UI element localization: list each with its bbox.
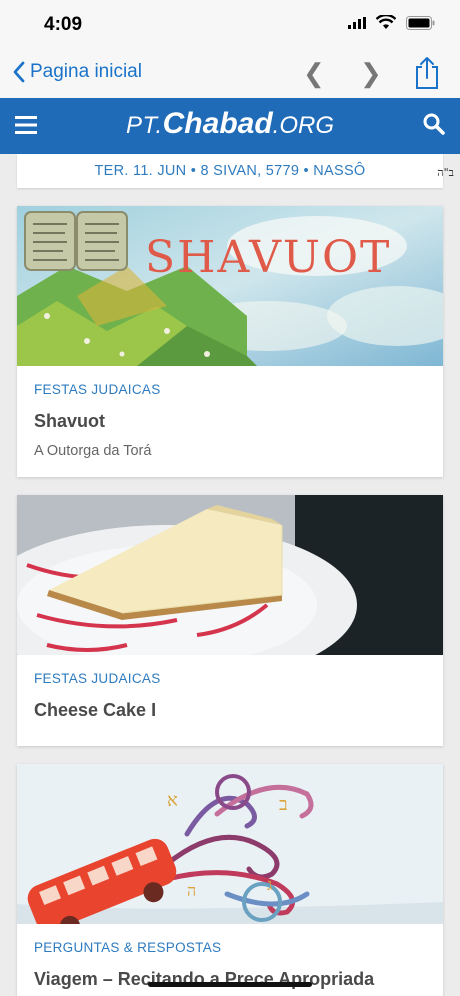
- status-time: 4:09: [44, 14, 83, 35]
- chevron-left-icon: [13, 61, 25, 83]
- cheesecake-image: [17, 495, 443, 655]
- search-icon: [423, 113, 445, 135]
- card-category[interactable]: PERGUNTAS & RESPOSTAS: [34, 940, 426, 955]
- back-label: Pagina inicial: [30, 61, 142, 82]
- viagem-image: א ב ג ה: [17, 764, 443, 924]
- date-bar: TER. 11. JUN • 8 SIVAN, 5779 • NASSÔ: [17, 154, 443, 188]
- share-button[interactable]: [413, 56, 441, 95]
- svg-text:ג: ג: [267, 875, 272, 894]
- card-body: FESTAS JUDAICAS Shavuot A Outorga da Tor…: [17, 366, 443, 459]
- svg-text:ב: ב: [279, 794, 288, 815]
- shavuot-image: SHAVUOT: [17, 206, 443, 366]
- card-title[interactable]: Cheese Cake I: [34, 700, 426, 721]
- shavuot-image-text: SHAVUOT: [145, 232, 391, 283]
- article-card[interactable]: FESTAS JUDAICAS Cheese Cake I: [17, 495, 443, 746]
- prev-page-button[interactable]: ❮: [303, 58, 325, 89]
- battery-icon: [406, 15, 435, 30]
- status-bar: 4:09: [0, 0, 460, 50]
- search-button[interactable]: [422, 112, 446, 141]
- share-icon: [416, 57, 438, 89]
- logo-chabad: Chabad: [162, 107, 273, 140]
- card-title[interactable]: Shavuot: [34, 411, 426, 432]
- article-card[interactable]: א ב ג ה PERGUNTAS & RESPOSTAS Viagem – R…: [17, 764, 443, 996]
- card-body: PERGUNTAS & RESPOSTAS Viagem – Recitando…: [17, 924, 443, 990]
- card-subtitle: A Outorga da Torá: [34, 443, 152, 459]
- site-logo[interactable]: PT.Chabad.ORG: [0, 107, 460, 141]
- status-icons: [348, 15, 436, 30]
- logo-org: .ORG: [272, 112, 334, 139]
- card-body: FESTAS JUDAICAS Cheese Cake I: [17, 655, 443, 721]
- article-card[interactable]: SHAVUOT FESTAS JUDAICAS Shavuot A Outorg…: [17, 206, 443, 477]
- site-header: PT.Chabad.ORG: [0, 98, 460, 154]
- next-page-button[interactable]: ❯: [360, 58, 382, 89]
- svg-text:ה: ה: [187, 881, 196, 900]
- back-button[interactable]: Pagina inicial: [12, 60, 142, 84]
- signal-icon: [348, 16, 366, 29]
- wifi-icon: [376, 15, 396, 29]
- card-category[interactable]: FESTAS JUDAICAS: [34, 382, 426, 397]
- bsd-label: ב"ה: [437, 166, 454, 179]
- home-indicator: [148, 982, 312, 987]
- logo-pt: PT.: [126, 112, 163, 139]
- browser-nav-bar: Pagina inicial ❮ ❯: [0, 50, 460, 98]
- card-category[interactable]: FESTAS JUDAICAS: [34, 671, 426, 686]
- svg-text:א: א: [167, 790, 178, 811]
